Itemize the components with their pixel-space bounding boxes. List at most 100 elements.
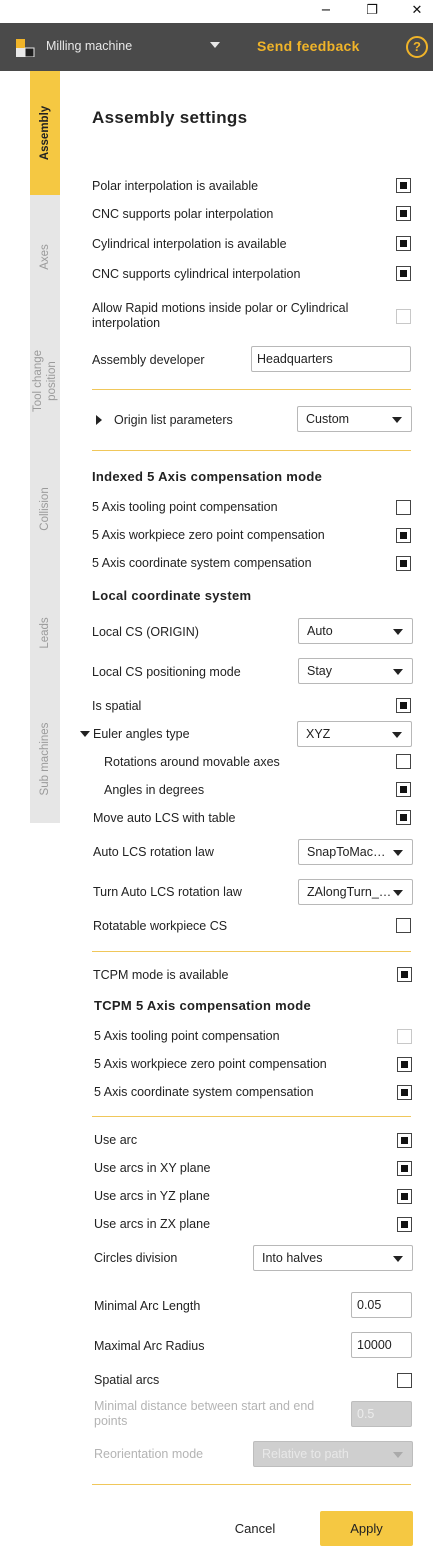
tab-label: Axes xyxy=(39,244,51,270)
use-arc-checkbox[interactable] xyxy=(397,1133,412,1148)
tab-label: Leads xyxy=(39,617,51,649)
tab-leads[interactable]: Leads xyxy=(30,571,60,695)
restore-icon[interactable]: ❐ xyxy=(360,2,384,20)
setting-label: Move auto LCS with table xyxy=(93,811,236,825)
max-arc-radius-field[interactable]: 10000 xyxy=(351,1332,412,1358)
setting-label: Is spatial xyxy=(92,699,142,713)
send-feedback-link[interactable]: Send feedback xyxy=(257,38,360,54)
machine-selector[interactable]: Milling machine xyxy=(46,39,132,53)
setting-label: Minimal Arc Length xyxy=(94,1299,201,1313)
tab-collision[interactable]: Collision xyxy=(30,447,60,571)
setting-label: Rotations around movable axes xyxy=(104,755,280,769)
minimize-icon[interactable]: − xyxy=(314,2,338,20)
rotations-movable-checkbox[interactable] xyxy=(396,754,411,769)
chevron-right-icon[interactable] xyxy=(96,415,102,425)
setting-label: TCPM mode is available xyxy=(93,968,229,982)
indexed-coordinate-system-checkbox[interactable] xyxy=(396,556,411,571)
turn-auto-lcs-rotation-dropdown[interactable]: ZAlongTurn_… xyxy=(298,879,413,905)
help-icon[interactable]: ? xyxy=(406,36,428,58)
setting-label: Maximal Arc Radius xyxy=(94,1339,205,1353)
dropdown-value: SnapToMac… xyxy=(307,845,386,859)
chevron-down-icon xyxy=(393,669,403,675)
setting-label: 5 Axis workpiece zero point compensation xyxy=(94,1057,327,1071)
chevron-down-icon[interactable] xyxy=(80,731,90,737)
setting-label: 5 Axis coordinate system compensation xyxy=(92,556,312,570)
move-auto-lcs-checkbox[interactable] xyxy=(396,810,411,825)
chevron-down-icon[interactable] xyxy=(210,42,220,48)
reorientation-mode-dropdown[interactable]: Relative to path xyxy=(253,1441,413,1467)
apply-button[interactable]: Apply xyxy=(320,1511,413,1546)
app-header: Milling machine Send feedback ? xyxy=(0,23,433,71)
use-arcs-yz-checkbox[interactable] xyxy=(397,1189,412,1204)
auto-lcs-rotation-dropdown[interactable]: SnapToMac… xyxy=(298,839,413,865)
use-arcs-xy-checkbox[interactable] xyxy=(397,1161,412,1176)
section-title: Indexed 5 Axis compensation mode xyxy=(92,469,323,484)
circles-division-dropdown[interactable]: Into halves xyxy=(253,1245,413,1271)
allow-rapid-checkbox[interactable] xyxy=(396,309,411,324)
indexed-workpiece-zero-checkbox[interactable] xyxy=(396,528,411,543)
assembly-developer-field[interactable]: Headquarters xyxy=(251,346,411,372)
tcpm-workpiece-zero-checkbox[interactable] xyxy=(397,1057,412,1072)
settings-panel: Assembly settings Polar interpolation is… xyxy=(60,71,433,1552)
tab-label: Sub machines xyxy=(39,722,51,796)
use-arcs-zx-checkbox[interactable] xyxy=(397,1217,412,1232)
local-cs-origin-dropdown[interactable]: Auto xyxy=(298,618,413,644)
setting-label: CNC supports polar interpolation xyxy=(92,207,274,221)
setting-label: Minimal distance between start and end p… xyxy=(94,1399,315,1428)
angles-in-degrees-checkbox[interactable] xyxy=(396,782,411,797)
chevron-down-icon xyxy=(393,850,403,856)
tcpm-coordinate-system-checkbox[interactable] xyxy=(397,1085,412,1100)
divider xyxy=(92,951,411,952)
setting-label: Auto LCS rotation law xyxy=(93,845,214,859)
setting-label: CNC supports cylindrical interpolation xyxy=(92,267,301,281)
tcpm-available-checkbox[interactable] xyxy=(397,967,412,982)
close-icon[interactable]: ✕ xyxy=(405,2,429,20)
tab-sub-machines[interactable]: Sub machines xyxy=(30,695,60,823)
page-title: Assembly settings xyxy=(92,108,248,127)
dropdown-value: Custom xyxy=(306,412,350,426)
tab-assembly[interactable]: Assembly xyxy=(30,71,60,195)
polar-interpolation-checkbox[interactable] xyxy=(396,178,411,193)
section-title: Local coordinate system xyxy=(92,588,252,603)
setting-label: Turn Auto LCS rotation law xyxy=(93,885,242,899)
setting-label: Polar interpolation is available xyxy=(92,179,259,193)
setting-label: Angles in degrees xyxy=(104,783,205,797)
origin-list-dropdown[interactable]: Custom xyxy=(297,406,412,432)
setting-label: Allow Rapid motions inside polar or Cyli… xyxy=(92,301,349,330)
dropdown-value: Auto xyxy=(307,624,333,638)
min-distance-field[interactable]: 0.5 xyxy=(351,1401,412,1427)
tcpm-tooling-point-checkbox[interactable] xyxy=(397,1029,412,1044)
setting-label: Circles division xyxy=(94,1251,178,1265)
setting-label: Rotatable workpiece CS xyxy=(93,919,228,933)
euler-angles-toggle[interactable]: Euler angles type xyxy=(93,727,190,741)
cylindrical-interpolation-checkbox[interactable] xyxy=(396,236,411,251)
is-spatial-checkbox[interactable] xyxy=(396,698,411,713)
cnc-cylindrical-checkbox[interactable] xyxy=(396,266,411,281)
window-titlebar: − ❐ ✕ xyxy=(0,0,433,23)
setting-label: 5 Axis tooling point compensation xyxy=(92,500,278,514)
setting-label: Local CS (ORIGIN) xyxy=(92,625,199,639)
setting-label: 5 Axis coordinate system compensation xyxy=(94,1085,314,1099)
chevron-down-icon xyxy=(393,890,403,896)
dropdown-value: Stay xyxy=(307,664,333,678)
spatial-arcs-checkbox[interactable] xyxy=(397,1373,412,1388)
divider xyxy=(92,389,411,390)
origin-list-toggle[interactable]: Origin list parameters xyxy=(114,413,233,427)
rotatable-workpiece-cs-checkbox[interactable] xyxy=(396,918,411,933)
cnc-polar-checkbox[interactable] xyxy=(396,206,411,221)
tab-label: Assembly xyxy=(39,105,51,161)
setting-label: Cylindrical interpolation is available xyxy=(92,237,287,251)
euler-angles-dropdown[interactable]: XYZ xyxy=(297,721,412,747)
tab-axes[interactable]: Axes xyxy=(30,195,60,319)
dropdown-value: Into halves xyxy=(262,1251,323,1265)
min-arc-length-field[interactable]: 0.05 xyxy=(351,1292,412,1318)
tab-tool-change-position[interactable]: Tool change position xyxy=(30,319,60,443)
divider xyxy=(92,450,411,451)
setting-label: Use arcs in ZX plane xyxy=(94,1217,211,1231)
chevron-down-icon xyxy=(392,732,402,738)
cancel-button[interactable]: Cancel xyxy=(220,1512,290,1546)
local-cs-positioning-dropdown[interactable]: Stay xyxy=(298,658,413,684)
setting-label: Spatial arcs xyxy=(94,1373,160,1387)
setting-label: Local CS positioning mode xyxy=(92,665,241,679)
indexed-tooling-point-checkbox[interactable] xyxy=(396,500,411,515)
